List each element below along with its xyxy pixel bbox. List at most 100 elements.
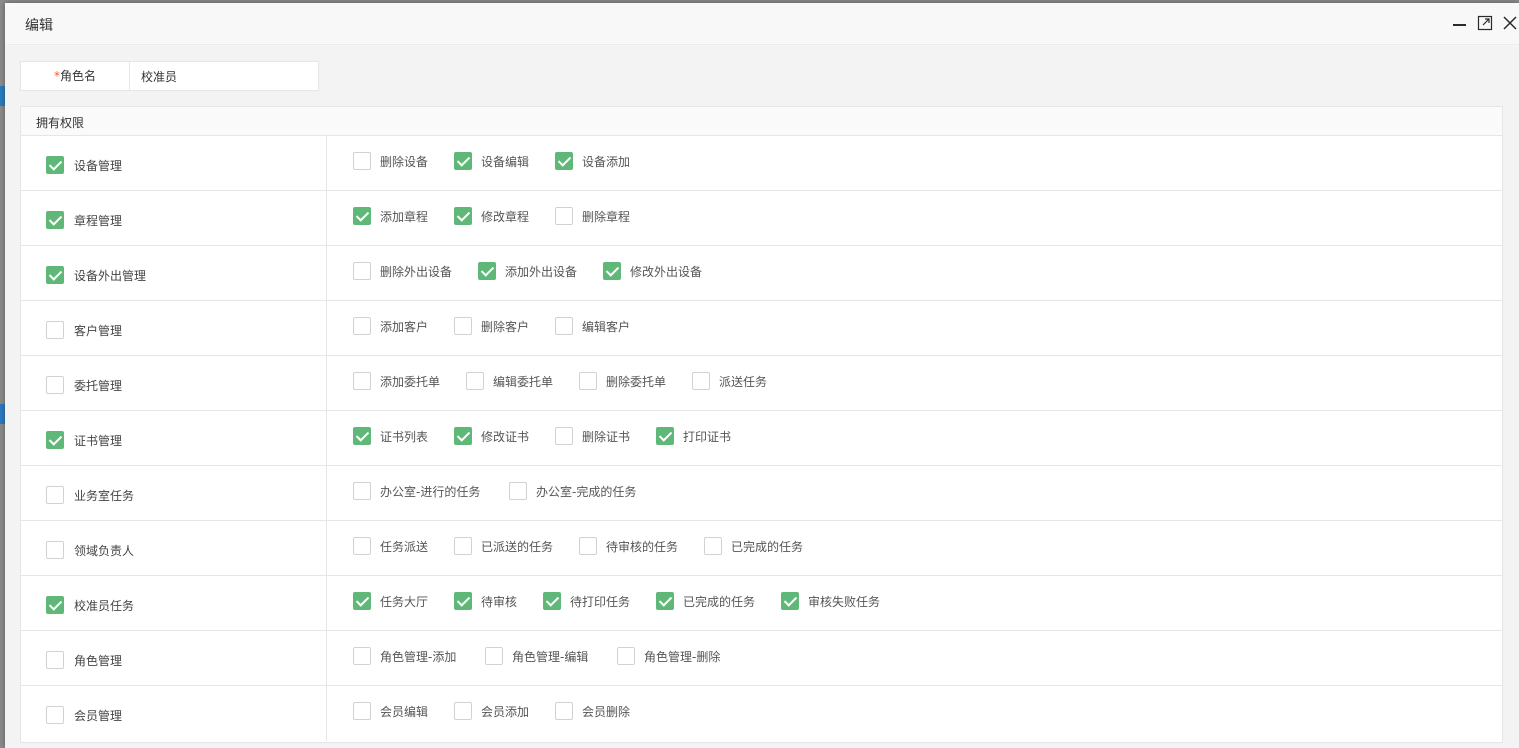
option-checkbox[interactable]: [454, 317, 472, 335]
option-checkbox[interactable]: [454, 702, 472, 720]
option-checkbox[interactable]: [454, 592, 472, 610]
permission-row: 领域负责人 任务派送 已派送的任务 待审核的任务 已完成的任务: [21, 521, 1502, 576]
maximize-icon[interactable]: [1477, 15, 1493, 31]
permission-group: 章程管理: [21, 191, 327, 245]
permission-row: 角色管理 角色管理-添加 角色管理-编辑 角色管理-删除: [21, 631, 1502, 686]
option-checkbox[interactable]: [656, 427, 674, 445]
permission-options: 任务派送 已派送的任务 待审核的任务 已完成的任务: [328, 521, 1502, 575]
permission-group: 设备外出管理: [21, 246, 327, 300]
permission-options: 删除外出设备 添加外出设备 修改外出设备: [328, 246, 1502, 300]
permission-options: 添加客户 删除客户 编辑客户: [328, 301, 1502, 355]
permission-group: 业务室任务: [21, 466, 327, 520]
group-label: 会员管理: [74, 709, 123, 723]
option-checkbox[interactable]: [781, 592, 799, 610]
option-checkbox[interactable]: [603, 262, 621, 280]
group-checkbox[interactable]: [46, 211, 64, 229]
group-label: 设备外出管理: [74, 269, 147, 283]
permission-row: 章程管理 添加章程 修改章程 删除章程: [21, 191, 1502, 246]
permission-options: 任务大厅 待审核 待打印任务 已完成的任务 审核失败任务: [328, 576, 1502, 630]
group-checkbox[interactable]: [46, 266, 64, 284]
option-checkbox[interactable]: [555, 702, 573, 720]
option-checkbox[interactable]: [353, 372, 371, 390]
permission-group: 校准员任务: [21, 576, 327, 630]
permission-group: 证书管理: [21, 411, 327, 465]
option-checkbox[interactable]: [353, 537, 371, 555]
group-checkbox[interactable]: [46, 376, 64, 394]
minimize-icon[interactable]: [1452, 15, 1468, 31]
permission-options: 证书列表 修改证书 删除证书 打印证书: [328, 411, 1502, 465]
option-checkbox[interactable]: [555, 427, 573, 445]
option-label: 添加章程: [380, 210, 429, 224]
option-label: 已完成的任务: [683, 595, 756, 609]
option-checkbox[interactable]: [353, 482, 371, 500]
option-label: 修改外出设备: [630, 265, 703, 279]
option-label: 角色管理-添加: [380, 650, 457, 664]
option-checkbox[interactable]: [579, 537, 597, 555]
option-label: 待打印任务: [570, 595, 631, 609]
option-label: 删除外出设备: [380, 265, 453, 279]
option-checkbox[interactable]: [704, 537, 722, 555]
group-checkbox[interactable]: [46, 651, 64, 669]
group-checkbox[interactable]: [46, 596, 64, 614]
option-label: 删除章程: [582, 210, 631, 224]
group-checkbox[interactable]: [46, 156, 64, 174]
permission-group: 委托管理: [21, 356, 327, 410]
option-checkbox[interactable]: [555, 207, 573, 225]
option-checkbox[interactable]: [478, 262, 496, 280]
dialog-titlebar: 编辑: [5, 3, 1519, 45]
option-checkbox[interactable]: [353, 262, 371, 280]
option-checkbox[interactable]: [353, 592, 371, 610]
option-checkbox[interactable]: [692, 372, 710, 390]
option-checkbox[interactable]: [353, 152, 371, 170]
option-checkbox[interactable]: [466, 372, 484, 390]
permissions-header: 拥有权限: [21, 107, 1502, 136]
option-checkbox[interactable]: [353, 647, 371, 665]
option-label: 会员删除: [582, 705, 631, 719]
group-checkbox[interactable]: [46, 486, 64, 504]
option-label: 修改章程: [481, 210, 530, 224]
option-label: 修改证书: [481, 430, 530, 444]
option-label: 角色管理-编辑: [512, 650, 589, 664]
permission-row: 设备外出管理 删除外出设备 添加外出设备 修改外出设备: [21, 246, 1502, 301]
option-checkbox[interactable]: [555, 317, 573, 335]
permission-group: 会员管理: [21, 686, 327, 741]
permission-options: 添加章程 修改章程 删除章程: [328, 191, 1502, 245]
option-checkbox[interactable]: [485, 647, 503, 665]
group-label: 校准员任务: [74, 599, 135, 613]
permission-row: 设备管理 删除设备 设备编辑 设备添加: [21, 136, 1502, 191]
group-checkbox[interactable]: [46, 321, 64, 339]
option-checkbox[interactable]: [353, 317, 371, 335]
option-label: 角色管理-删除: [644, 650, 721, 664]
option-checkbox[interactable]: [579, 372, 597, 390]
permission-options: 办公室-进行的任务 办公室-完成的任务: [328, 466, 1502, 520]
close-icon[interactable]: [1502, 15, 1518, 31]
group-checkbox[interactable]: [46, 431, 64, 449]
option-checkbox[interactable]: [617, 647, 635, 665]
option-checkbox[interactable]: [353, 207, 371, 225]
group-checkbox[interactable]: [46, 541, 64, 559]
permission-options: 角色管理-添加 角色管理-编辑 角色管理-删除: [328, 631, 1502, 685]
group-checkbox[interactable]: [46, 706, 64, 724]
option-checkbox[interactable]: [454, 152, 472, 170]
option-label: 编辑客户: [582, 320, 631, 334]
option-label: 添加外出设备: [505, 265, 578, 279]
permission-row: 会员管理 会员编辑 会员添加 会员删除: [21, 686, 1502, 741]
option-checkbox[interactable]: [353, 427, 371, 445]
option-label: 办公室-进行的任务: [380, 485, 481, 499]
option-checkbox[interactable]: [353, 702, 371, 720]
option-checkbox[interactable]: [656, 592, 674, 610]
permission-group: 角色管理: [21, 631, 327, 685]
option-label: 编辑委托单: [493, 375, 554, 389]
permission-row: 校准员任务 任务大厅 待审核 待打印任务 已完成的任务 审核失败任务: [21, 576, 1502, 631]
option-checkbox[interactable]: [454, 427, 472, 445]
option-label: 任务派送: [380, 540, 429, 554]
role-name-input[interactable]: [131, 62, 317, 90]
option-checkbox[interactable]: [454, 537, 472, 555]
edit-dialog: 编辑 *角色名 拥有权限 设备管理 删除设备 设备编辑 设备添加章程管理 添加章程 修改章…: [5, 3, 1519, 748]
option-checkbox[interactable]: [454, 207, 472, 225]
option-checkbox[interactable]: [555, 152, 573, 170]
option-checkbox[interactable]: [509, 482, 527, 500]
option-checkbox[interactable]: [543, 592, 561, 610]
permission-options: 删除设备 设备编辑 设备添加: [328, 136, 1502, 190]
permissions-table: 拥有权限 设备管理 删除设备 设备编辑 设备添加 章程管理 添加章程 修改章程 删除章程设备外…: [20, 106, 1503, 743]
